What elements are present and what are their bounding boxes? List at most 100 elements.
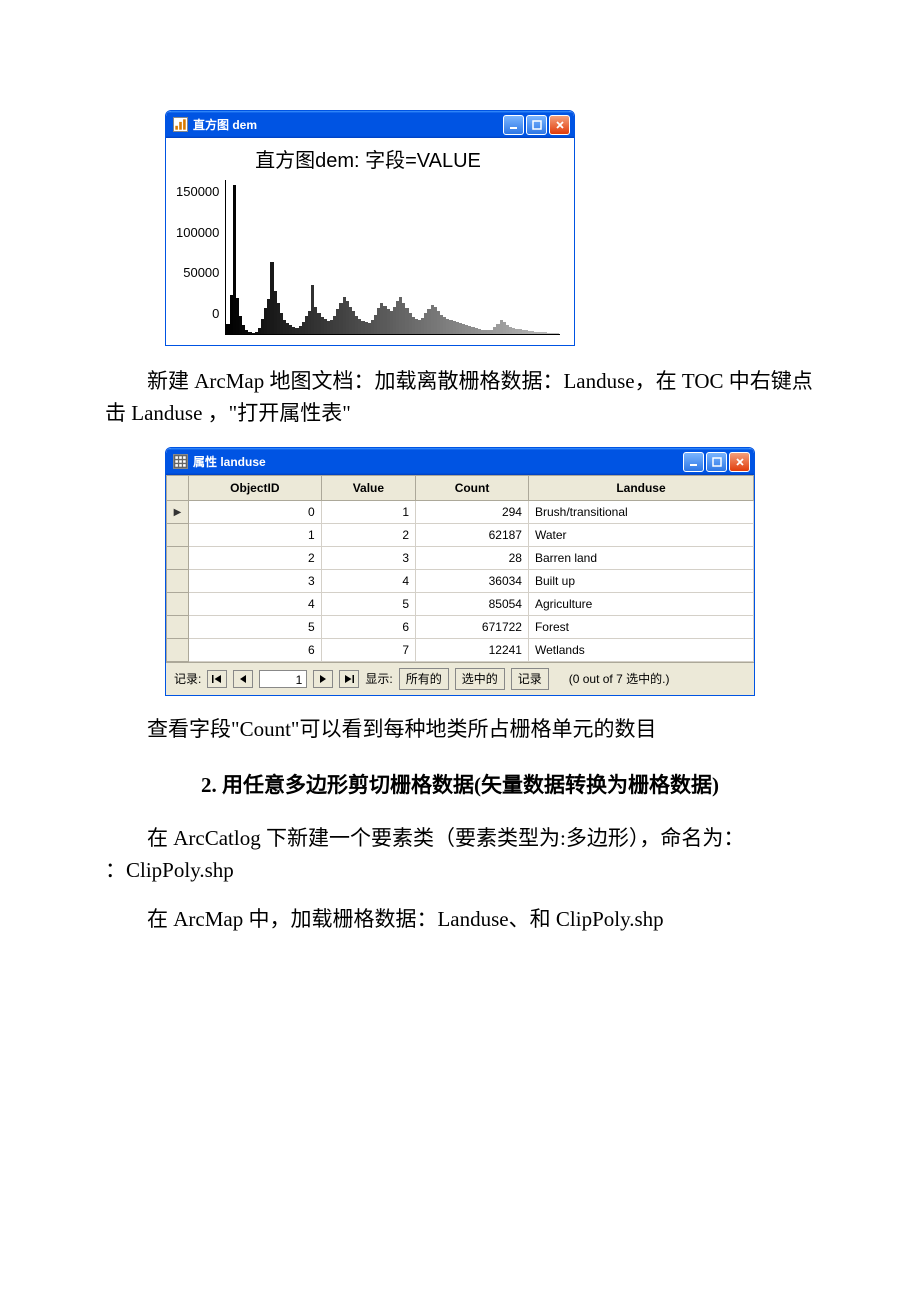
cell-value[interactable]: 2	[321, 524, 415, 547]
text: Count	[240, 717, 291, 741]
maximize-button[interactable]	[526, 115, 547, 135]
nav-current-input[interactable]: 1	[259, 670, 307, 688]
cell-value[interactable]: 4	[321, 570, 415, 593]
cell-objectid[interactable]: 0	[189, 501, 322, 524]
table-header-row: ObjectID Value Count Landuse	[167, 476, 754, 501]
table-row[interactable]: 56671722Forest	[167, 616, 754, 639]
cell-value[interactable]: 5	[321, 593, 415, 616]
table-row[interactable]: ▶01294Brush/transitional	[167, 501, 754, 524]
cell-landuse[interactable]: Water	[528, 524, 753, 547]
text: ArcCatlog	[173, 826, 266, 850]
col-value[interactable]: Value	[321, 476, 415, 501]
table-icon	[173, 454, 188, 469]
col-landuse[interactable]: Landuse	[528, 476, 753, 501]
cell-landuse[interactable]: Built up	[528, 570, 753, 593]
nav-last-button[interactable]	[339, 670, 359, 688]
cell-objectid[interactable]: 1	[189, 524, 322, 547]
table-row[interactable]: 1262187Water	[167, 524, 754, 547]
text: 下新建一个要素类（要素类型为:多边形），命名为：	[266, 826, 744, 850]
plot-area	[225, 180, 560, 335]
text: 中，加载栅格数据：	[248, 907, 437, 931]
histogram-window: 直方图 dem 直方图dem: 字段=VALUE 150000 100000 5…	[165, 110, 575, 346]
histogram-app-icon	[173, 117, 188, 132]
cell-count[interactable]: 12241	[416, 639, 529, 662]
text: ClipPoly.shp	[556, 907, 664, 931]
row-selector[interactable]	[167, 570, 189, 593]
row-selector[interactable]	[167, 639, 189, 662]
cell-count[interactable]: 671722	[416, 616, 529, 639]
row-selector-header	[167, 476, 189, 501]
row-selector[interactable]	[167, 593, 189, 616]
paragraph-1: 新建 ArcMap 地图文档：加载离散栅格数据：Landuse，在 TOC 中右…	[105, 366, 815, 429]
cell-count[interactable]: 36034	[416, 570, 529, 593]
text: Landuse	[131, 401, 207, 425]
close-button[interactable]	[549, 115, 570, 135]
nav-selected-button[interactable]: 选中的	[455, 668, 505, 690]
row-selector[interactable]	[167, 616, 189, 639]
row-selector[interactable]	[167, 547, 189, 570]
text: 地图文档：加载离散栅格数据：	[269, 369, 563, 393]
cell-landuse[interactable]: Wetlands	[528, 639, 753, 662]
histogram-titlebar: 直方图 dem	[166, 111, 574, 138]
row-selector[interactable]	[167, 524, 189, 547]
nav-record-button[interactable]: 记录	[511, 668, 549, 690]
nav-status: (0 out of 7 选中的.)	[569, 670, 670, 688]
text: 在	[147, 907, 173, 931]
chart-title: 直方图dem: 字段=VALUE	[176, 146, 560, 176]
table-row[interactable]: 4585054Agriculture	[167, 593, 754, 616]
attr-title: 属性 landuse	[193, 453, 683, 471]
cell-objectid[interactable]: 3	[189, 570, 322, 593]
nav-next-button[interactable]	[313, 670, 333, 688]
maximize-button[interactable]	[706, 452, 727, 472]
cell-landuse[interactable]: Barren land	[528, 547, 753, 570]
cell-objectid[interactable]: 2	[189, 547, 322, 570]
nav-prev-button[interactable]	[233, 670, 253, 688]
table-row[interactable]: 6712241Wetlands	[167, 639, 754, 662]
window-control-buttons	[503, 115, 570, 135]
attribute-table: ObjectID Value Count Landuse ▶01294Brush…	[166, 475, 754, 662]
nav-label-show: 显示:	[365, 670, 392, 688]
cell-value[interactable]: 1	[321, 501, 415, 524]
attr-titlebar: 属性 landuse	[166, 448, 754, 475]
y-axis-ticks: 150000 100000 50000 0	[176, 180, 225, 335]
histogram-bar	[556, 333, 559, 334]
cell-objectid[interactable]: 5	[189, 616, 322, 639]
table-row[interactable]: 2328Barren land	[167, 547, 754, 570]
text: TOC	[682, 369, 729, 393]
histogram-title: 直方图 dem	[193, 116, 503, 134]
ytick: 50000	[183, 263, 219, 283]
cell-objectid[interactable]: 6	[189, 639, 322, 662]
paragraph-2: 查看字段"Count"可以看到每种地类所占栅格单元的数目	[105, 714, 815, 746]
minimize-button[interactable]	[503, 115, 524, 135]
cell-landuse[interactable]: Forest	[528, 616, 753, 639]
cell-count[interactable]: 85054	[416, 593, 529, 616]
col-count[interactable]: Count	[416, 476, 529, 501]
row-selector[interactable]: ▶	[167, 501, 189, 524]
nav-all-button[interactable]: 所有的	[399, 668, 449, 690]
col-objectid[interactable]: ObjectID	[189, 476, 322, 501]
text: ：	[105, 858, 126, 882]
cell-count[interactable]: 62187	[416, 524, 529, 547]
cell-landuse[interactable]: Agriculture	[528, 593, 753, 616]
window-control-buttons	[683, 452, 750, 472]
cell-value[interactable]: 3	[321, 547, 415, 570]
section-2-heading: 2. 用任意多边形剪切栅格数据(矢量数据转换为栅格数据)	[105, 770, 815, 802]
cell-value[interactable]: 7	[321, 639, 415, 662]
attr-body: ObjectID Value Count Landuse ▶01294Brush…	[166, 475, 754, 695]
text: ，"打开属性表"	[208, 401, 351, 425]
cell-objectid[interactable]: 4	[189, 593, 322, 616]
text: "可以看到每种地类所占栅格单元的数目	[291, 717, 657, 741]
paragraph-4: 在 ArcMap 中，加载栅格数据：Landuse、和 ClipPoly.shp	[105, 904, 815, 936]
record-navigator: 记录: 1 显示: 所有的 选中的 记录 (0 out of 7 选中的.)	[166, 662, 754, 695]
minimize-button[interactable]	[683, 452, 704, 472]
close-button[interactable]	[729, 452, 750, 472]
cell-value[interactable]: 6	[321, 616, 415, 639]
cell-count[interactable]: 28	[416, 547, 529, 570]
cell-landuse[interactable]: Brush/transitional	[528, 501, 753, 524]
histogram-body: 直方图dem: 字段=VALUE 150000 100000 50000 0	[166, 138, 574, 345]
table-row[interactable]: 3436034Built up	[167, 570, 754, 593]
text: 新建	[147, 369, 194, 393]
text: 查看字段"	[147, 717, 240, 741]
cell-count[interactable]: 294	[416, 501, 529, 524]
nav-first-button[interactable]	[207, 670, 227, 688]
